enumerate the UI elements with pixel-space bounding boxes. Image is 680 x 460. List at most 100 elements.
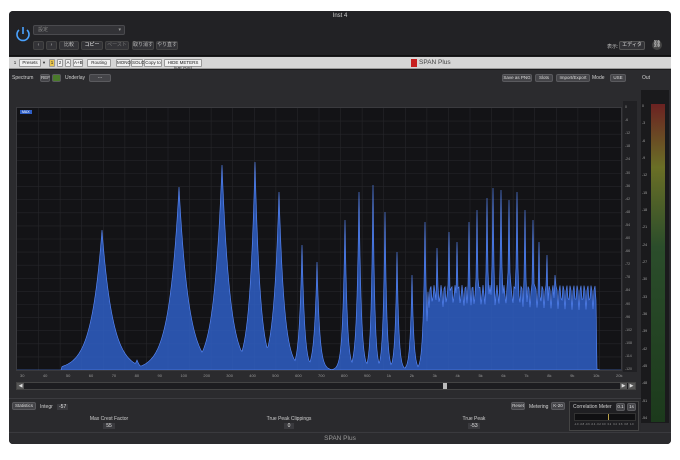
db-tick-label: -30 bbox=[625, 170, 631, 175]
out-meter-tick-label: -36 bbox=[642, 312, 648, 316]
link-icon[interactable]: ⛓ bbox=[652, 40, 662, 50]
db-tick-label: -42 bbox=[625, 196, 631, 201]
out-meter-tick-label: -12 bbox=[642, 173, 648, 178]
mono-button[interactable]: MONO bbox=[116, 59, 131, 67]
out-meter-tick-label: -9 bbox=[642, 156, 646, 160]
metering-label: Metering bbox=[529, 404, 549, 410]
scroll-right-end-icon[interactable]: ▶ bbox=[628, 383, 635, 389]
out-meter-tick-label: -51 bbox=[642, 398, 648, 403]
integr-label: Integr bbox=[40, 404, 53, 410]
redo-button[interactable]: やり直す bbox=[156, 41, 178, 50]
freq-tick-label: 20k bbox=[616, 373, 623, 378]
save-png-button[interactable]: Save as PNG bbox=[502, 74, 532, 82]
prev-preset-button[interactable]: ‹ bbox=[33, 41, 44, 50]
compare-button[interactable]: 比較 bbox=[59, 41, 79, 50]
correlation-tick-label: 0.2 bbox=[607, 423, 612, 426]
freq-tick-label: 60 bbox=[88, 373, 94, 378]
window-title: Inst 4 bbox=[332, 13, 348, 19]
correlation-btn-2[interactable]: 1s bbox=[627, 403, 636, 411]
freq-tick-label: 100 bbox=[180, 373, 188, 378]
out-meter-tick-label: -15 bbox=[642, 190, 648, 195]
footer: SPAN Plus bbox=[9, 432, 671, 444]
copy-button[interactable]: コピー bbox=[81, 41, 103, 50]
out-meter-tick-label: -30 bbox=[642, 277, 648, 282]
color-swatch-button[interactable] bbox=[52, 74, 61, 82]
freq-tick-label: 30 bbox=[20, 373, 25, 378]
correlation-scale: -1.0 -0.8 -0.6 -0.4 -0.2 0.0 0.2 0.4 0.6 0.8 1.0 bbox=[574, 423, 636, 429]
max-crest-label: Max Crest Factor bbox=[89, 416, 129, 422]
freq-tick-label: 90 bbox=[157, 373, 162, 378]
correlation-tick-label: 0.6 bbox=[618, 423, 623, 426]
paste-button[interactable]: ペースト bbox=[105, 41, 129, 50]
power-icon[interactable] bbox=[14, 25, 32, 43]
undo-button[interactable]: 取り消す bbox=[132, 41, 154, 50]
spectrum-display[interactable]: MAX bbox=[16, 107, 622, 371]
underlay-select[interactable]: --- bbox=[89, 74, 111, 82]
correlation-tick-label: -0.6 bbox=[585, 423, 590, 426]
freq-tick-label: 5k bbox=[478, 373, 483, 378]
db-tick-label: -66 bbox=[625, 249, 631, 254]
out-meter-tick-label: -54 bbox=[642, 416, 648, 420]
legend-tag: MAX bbox=[20, 110, 32, 114]
plugin-toolbar: 1 Presets ▾ 1 2 A A+B Routing MONO SOLO … bbox=[9, 57, 671, 71]
max-crest-value: 55 bbox=[103, 423, 115, 429]
slot-number: 1 bbox=[13, 60, 17, 65]
import-export-select[interactable]: Import/Export bbox=[556, 74, 590, 82]
plugin-title: SPAN Plus bbox=[419, 59, 451, 66]
db-tick-label: -108 bbox=[625, 340, 633, 345]
reset-button[interactable]: Reset bbox=[511, 402, 525, 410]
db-tick-label: -102 bbox=[625, 327, 633, 332]
freq-tick-label: 3k bbox=[432, 373, 437, 378]
spectrum-label: Spectrum bbox=[12, 75, 34, 81]
freq-tick-label: 400 bbox=[249, 373, 256, 378]
db-tick-label: -12 bbox=[625, 131, 631, 136]
db-tick-label: 0 bbox=[625, 105, 627, 109]
out-meter-tick-label: -33 bbox=[642, 294, 648, 299]
slot-a-button[interactable]: A bbox=[65, 59, 71, 67]
freq-tick-label: 9k bbox=[570, 373, 575, 378]
host-header: Inst 4 設定 ▾ ‹ › 比較 コピー ペースト 取り消す やり直す 表示… bbox=[9, 11, 671, 56]
correlation-bar bbox=[574, 413, 636, 421]
preset-select[interactable]: 設定 ▾ bbox=[33, 25, 125, 35]
scroll-right-icon[interactable]: ▶ bbox=[620, 383, 627, 389]
plugin-window: Inst 4 設定 ▾ ‹ › 比較 コピー ペースト 取り消す やり直す 表示… bbox=[9, 11, 671, 444]
correlation-indicator bbox=[608, 414, 609, 420]
freq-tick-label: 2k bbox=[409, 373, 414, 378]
freq-tick-label: 300 bbox=[226, 373, 233, 378]
freq-tick-label: 70 bbox=[111, 373, 117, 378]
presets-button[interactable]: Presets bbox=[19, 59, 41, 67]
scroll-left-icon[interactable]: ◀ bbox=[17, 383, 24, 389]
correlation-tick-label: 0.0 bbox=[602, 423, 606, 426]
db-tick-label: -78 bbox=[625, 275, 631, 280]
plugin-body: Spectrum REF Underlay --- Save as PNG Sl… bbox=[9, 70, 671, 444]
slot-ab-button[interactable]: A+B bbox=[73, 59, 83, 67]
correlation-meter: Correlation Meter 0.1 1s -1.0 -0.8 -0.6 -0.… bbox=[569, 401, 639, 431]
db-tick-label: -6 bbox=[625, 118, 629, 123]
correlation-tick-label: -0.4 bbox=[590, 423, 596, 426]
scroll-thumb[interactable] bbox=[443, 383, 447, 389]
metering-select[interactable]: K-20 bbox=[551, 402, 565, 410]
db-tick-label: -60 bbox=[625, 236, 631, 240]
correlation-btn-1[interactable]: 0.1 bbox=[616, 403, 625, 411]
voxengo-logo-icon bbox=[411, 59, 417, 67]
ref-button[interactable]: REF bbox=[40, 74, 50, 82]
hide-meters-button[interactable]: HIDE METERS (ME DIS) bbox=[164, 59, 202, 71]
view-select[interactable]: エディタ bbox=[619, 41, 645, 50]
db-tick-label: -96 bbox=[625, 314, 631, 319]
slot-1-button[interactable]: 1 bbox=[49, 59, 55, 67]
routing-select[interactable]: Routing bbox=[87, 59, 111, 67]
out-meter-tick-label: -6 bbox=[642, 138, 646, 143]
mode-select[interactable]: USE bbox=[610, 74, 626, 82]
db-tick-label: -114 bbox=[625, 353, 632, 358]
integr-value: -57 bbox=[57, 404, 69, 410]
next-preset-button[interactable]: › bbox=[46, 41, 57, 50]
copy-to-button[interactable]: Copy to bbox=[144, 59, 162, 67]
solo-button[interactable]: SOLO bbox=[131, 59, 145, 67]
statistics-tab[interactable]: Statistics bbox=[12, 402, 36, 410]
slot-2-button[interactable]: 2 bbox=[57, 59, 63, 67]
horizontal-scrollbar[interactable]: ◀ ▶ ▶ bbox=[16, 382, 636, 390]
freq-tick-label: 200 bbox=[203, 373, 211, 378]
true-peak-value: -53 bbox=[468, 423, 480, 429]
db-tick-label: -84 bbox=[625, 288, 631, 293]
slots-select[interactable]: Slots bbox=[535, 74, 553, 82]
